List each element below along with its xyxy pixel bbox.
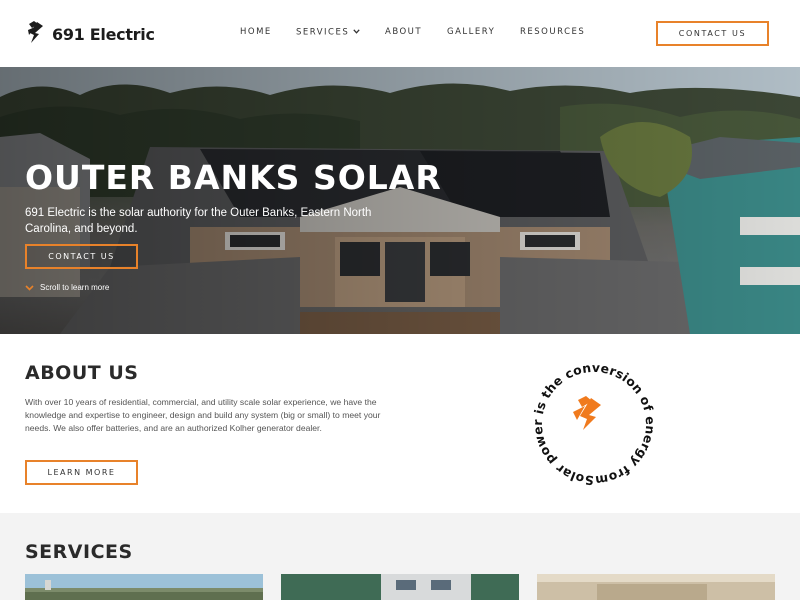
solar-badge: Solar power is the conversion of energy … xyxy=(509,348,674,490)
hero-section: OUTER BANKS SOLAR 691 Electric is the so… xyxy=(0,67,800,334)
nav-item-gallery[interactable]: GALLERY xyxy=(447,27,495,37)
service-card[interactable] xyxy=(281,574,519,600)
service-card-image xyxy=(537,574,775,600)
nav-item-services-label: SERVICES xyxy=(296,27,350,38)
services-section: SERVICES xyxy=(0,513,800,600)
lightning-bolt-icon xyxy=(573,396,601,430)
learn-more-button[interactable]: LEARN MORE xyxy=(25,460,138,485)
hero-contact-button[interactable]: CONTACT US xyxy=(25,244,138,269)
nav-item-about[interactable]: ABOUT xyxy=(385,27,422,37)
nav-item-services[interactable]: SERVICES xyxy=(296,27,360,38)
about-text: With over 10 years of residential, comme… xyxy=(25,397,381,433)
hero-subtitle: 691 Electric is the solar authority for … xyxy=(25,207,372,235)
service-card[interactable] xyxy=(25,574,263,600)
about-title: ABOUT US xyxy=(25,362,139,384)
scroll-hint[interactable]: Scroll to learn more xyxy=(25,283,109,292)
service-card-image xyxy=(281,574,519,600)
header-contact-button[interactable]: CONTACT US xyxy=(656,21,769,46)
service-card[interactable] xyxy=(537,574,775,600)
hero-title: OUTER BANKS SOLAR xyxy=(25,158,442,197)
chevron-down-icon xyxy=(25,284,34,291)
site-header: 691 Electric HOME SERVICES ABOUT GALLERY… xyxy=(0,0,800,67)
nav-item-home[interactable]: HOME xyxy=(240,27,272,37)
service-card-image xyxy=(25,574,263,600)
services-title: SERVICES xyxy=(25,541,133,563)
nav-item-resources[interactable]: RESOURCES xyxy=(520,27,585,37)
chevron-down-icon xyxy=(353,27,360,37)
scroll-hint-label: Scroll to learn more xyxy=(40,283,110,292)
hero-overlay xyxy=(0,67,800,334)
